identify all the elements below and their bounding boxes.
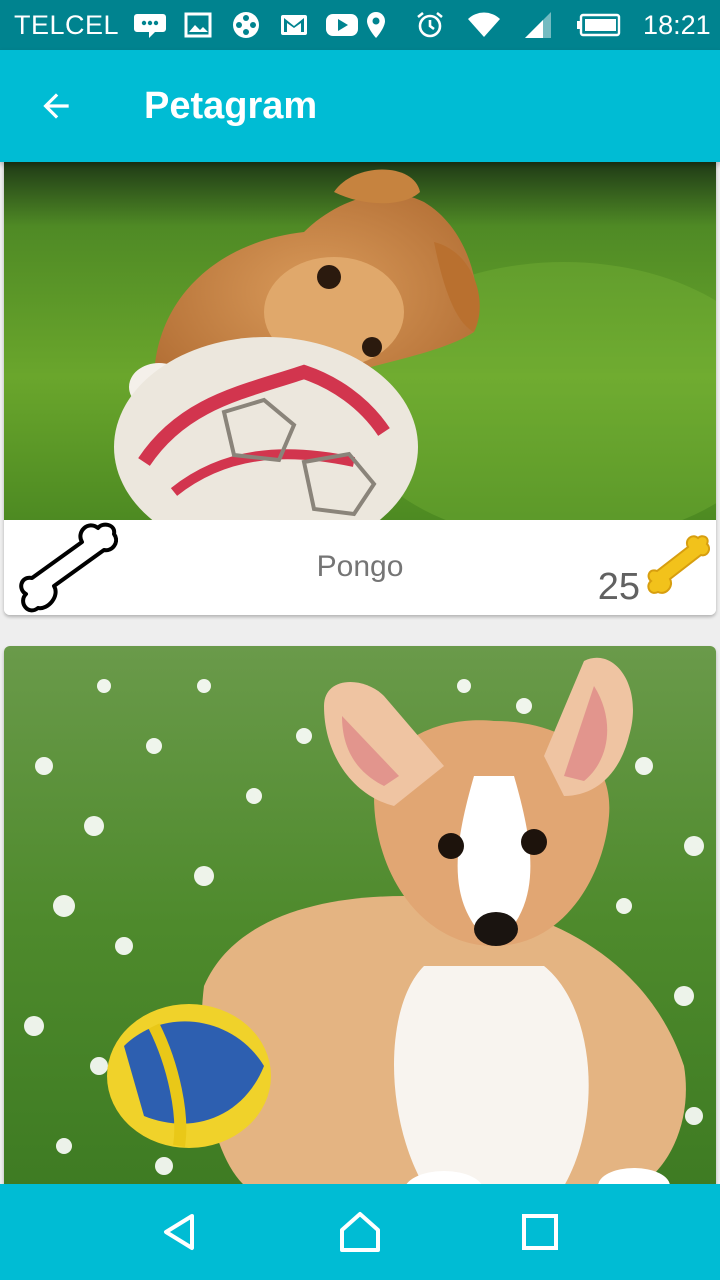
pet-list[interactable]: Pongo 25 [0, 162, 720, 1184]
clock: 18:21 [643, 9, 711, 40]
pet-card[interactable] [4, 646, 716, 1184]
signal-icon [521, 10, 555, 40]
carrier-label: TELCEL [14, 9, 120, 40]
pet-photo [4, 646, 716, 1184]
gallery-icon [181, 10, 215, 40]
like-count: 25 [597, 566, 640, 608]
app-title: Petagram [144, 84, 318, 127]
nav-recents-button[interactable] [510, 1202, 570, 1262]
youtube-icon [325, 10, 359, 40]
navigation-bar [0, 1184, 720, 1280]
back-triangle-icon [164, 1214, 194, 1250]
app-bar: Petagram [0, 50, 720, 162]
arrow-back-icon [43, 93, 69, 119]
status-left: TELCEL [14, 10, 359, 41]
battery-icon [575, 10, 623, 40]
nav-home-button[interactable] [330, 1202, 390, 1262]
card-footer: Pongo 25 [4, 520, 716, 615]
alarm-icon [413, 10, 447, 40]
messaging-icon [133, 10, 167, 40]
pet-card[interactable]: Pongo 25 [4, 162, 716, 615]
video-reel-icon [229, 10, 263, 40]
status-bar: TELCEL 18:21 [0, 0, 720, 50]
wifi-icon [467, 10, 501, 40]
recents-icon [522, 1214, 558, 1250]
bone-filled-icon [647, 535, 710, 594]
nav-back-button[interactable] [150, 1202, 210, 1262]
status-right: 18:21 [359, 10, 711, 41]
gmail-icon [277, 10, 311, 40]
pet-photo [4, 162, 716, 520]
back-button[interactable] [16, 66, 96, 146]
location-icon [359, 10, 393, 40]
home-icon [340, 1212, 380, 1252]
